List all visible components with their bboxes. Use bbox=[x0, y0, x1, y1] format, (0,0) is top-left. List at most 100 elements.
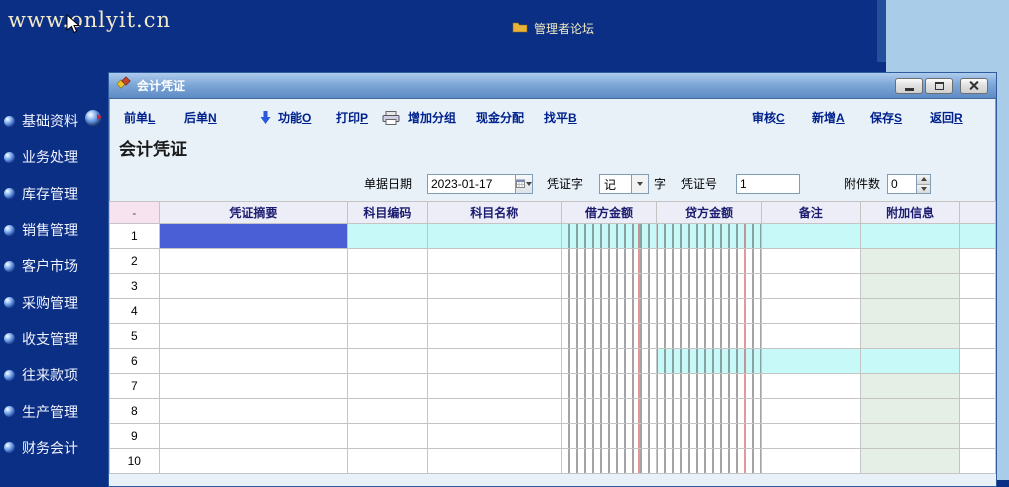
sidebar-item-sales[interactable]: 销售管理 bbox=[0, 212, 108, 248]
grid-cell[interactable] bbox=[348, 249, 428, 274]
grid-cell[interactable] bbox=[761, 224, 860, 249]
sidebar-item-customer-market[interactable]: 客户市场 bbox=[0, 248, 108, 284]
grid-cell[interactable] bbox=[427, 374, 561, 399]
grid-cell[interactable] bbox=[427, 399, 561, 424]
grid-cell[interactable] bbox=[561, 449, 656, 474]
grid-row-number[interactable]: 2 bbox=[110, 249, 160, 274]
sidebar-item-production[interactable]: 生产管理 bbox=[0, 393, 108, 429]
grid-cell[interactable] bbox=[960, 224, 996, 249]
close-button[interactable] bbox=[960, 78, 988, 94]
toolbar-save-button[interactable]: 保存S bbox=[870, 107, 902, 129]
grid-cell[interactable] bbox=[427, 349, 561, 374]
grid-cell[interactable] bbox=[960, 449, 996, 474]
grid-cell[interactable] bbox=[761, 324, 860, 349]
toolbar-back-button[interactable]: 返回R bbox=[930, 107, 963, 129]
grid-cell[interactable] bbox=[657, 374, 761, 399]
grid-cell[interactable] bbox=[960, 274, 996, 299]
toolbar-add-new-button[interactable]: 新增A bbox=[812, 107, 845, 129]
grid-cell[interactable] bbox=[561, 349, 656, 374]
grid-cell[interactable] bbox=[960, 374, 996, 399]
grid-column-header[interactable]: 科目名称 bbox=[427, 202, 561, 224]
grid-cell[interactable] bbox=[561, 249, 656, 274]
toolbar-prev-button[interactable]: 前单L bbox=[124, 107, 155, 129]
grid-row-number[interactable]: 6 bbox=[110, 349, 160, 374]
grid-cell[interactable] bbox=[159, 424, 347, 449]
grid-cell[interactable] bbox=[348, 449, 428, 474]
grid-cell[interactable] bbox=[657, 224, 761, 249]
grid-cell[interactable] bbox=[860, 374, 959, 399]
toolbar-functions-button[interactable]: 功能O bbox=[278, 107, 311, 129]
grid-column-header[interactable]: 贷方金额 bbox=[657, 202, 761, 224]
grid-row-number[interactable]: 10 bbox=[110, 449, 160, 474]
grid-cell[interactable] bbox=[159, 349, 347, 374]
grid-cell[interactable] bbox=[348, 399, 428, 424]
grid-row-number[interactable]: 5 bbox=[110, 324, 160, 349]
grid-cell[interactable] bbox=[159, 299, 347, 324]
window-titlebar[interactable]: 会计凭证 bbox=[109, 73, 996, 99]
grid-cell[interactable] bbox=[860, 324, 959, 349]
printer-icon[interactable] bbox=[382, 111, 400, 130]
grid-cell[interactable] bbox=[860, 274, 959, 299]
grid-cell[interactable] bbox=[657, 424, 761, 449]
grid-cell[interactable] bbox=[159, 249, 347, 274]
grid-cell[interactable] bbox=[657, 324, 761, 349]
toolbar-add-group-button[interactable]: 增加分组 bbox=[408, 107, 456, 129]
voucher-no-field[interactable] bbox=[736, 174, 800, 194]
grid-cell[interactable] bbox=[960, 349, 996, 374]
grid-cell[interactable] bbox=[860, 424, 959, 449]
grid-cell[interactable] bbox=[348, 349, 428, 374]
sidebar-item-inventory[interactable]: 库存管理 bbox=[0, 176, 108, 212]
sidebar-item-financial-accounting[interactable]: 财务会计 bbox=[0, 430, 108, 466]
voucher-no-input[interactable] bbox=[737, 177, 799, 191]
toolbar-print-button[interactable]: 打印P bbox=[336, 107, 368, 129]
toolbar-balance-button[interactable]: 找平B bbox=[544, 107, 577, 129]
sidebar-item-income-expense[interactable]: 收支管理 bbox=[0, 321, 108, 357]
grid-cell[interactable] bbox=[960, 324, 996, 349]
grid-cell[interactable] bbox=[860, 399, 959, 424]
grid-cell[interactable] bbox=[860, 449, 959, 474]
grid-cell[interactable] bbox=[427, 224, 561, 249]
grid-cell[interactable] bbox=[761, 374, 860, 399]
attachments-input[interactable] bbox=[888, 177, 916, 191]
grid-cell[interactable] bbox=[348, 274, 428, 299]
grid-cell[interactable] bbox=[761, 449, 860, 474]
grid-row-number[interactable]: 8 bbox=[110, 399, 160, 424]
toolbar-audit-button[interactable]: 审核C bbox=[752, 107, 785, 129]
grid-cell[interactable] bbox=[427, 324, 561, 349]
grid-cell[interactable] bbox=[348, 374, 428, 399]
grid-cell[interactable] bbox=[657, 449, 761, 474]
grid-row-number[interactable]: 9 bbox=[110, 424, 160, 449]
grid-cell[interactable] bbox=[561, 324, 656, 349]
grid-cell[interactable] bbox=[860, 249, 959, 274]
grid-corner-header[interactable]: - bbox=[110, 202, 160, 224]
grid-cell[interactable] bbox=[960, 424, 996, 449]
grid-cell[interactable] bbox=[348, 424, 428, 449]
grid-cell[interactable] bbox=[561, 274, 656, 299]
grid-cell[interactable] bbox=[761, 399, 860, 424]
attachments-spinner[interactable] bbox=[887, 174, 931, 194]
grid-cell[interactable] bbox=[561, 424, 656, 449]
grid-column-header[interactable]: 附加信息 bbox=[860, 202, 959, 224]
grid-cell[interactable] bbox=[960, 299, 996, 324]
spinner-up-button[interactable] bbox=[917, 175, 930, 185]
grid-row-number[interactable]: 7 bbox=[110, 374, 160, 399]
grid-cell[interactable] bbox=[427, 424, 561, 449]
grid-cell[interactable] bbox=[860, 224, 959, 249]
combo-dropdown-button[interactable] bbox=[631, 175, 648, 193]
grid-cell[interactable] bbox=[761, 424, 860, 449]
grid-cell[interactable] bbox=[348, 299, 428, 324]
toolbar-next-button[interactable]: 后单N bbox=[184, 107, 217, 129]
grid-cell[interactable] bbox=[159, 449, 347, 474]
grid-cell[interactable] bbox=[657, 299, 761, 324]
grid-column-header[interactable] bbox=[960, 202, 996, 224]
grid-cell[interactable] bbox=[860, 299, 959, 324]
grid-column-header[interactable]: 科目编码 bbox=[348, 202, 428, 224]
date-field[interactable] bbox=[427, 174, 533, 194]
grid-row-number[interactable]: 3 bbox=[110, 274, 160, 299]
grid-cell[interactable] bbox=[159, 399, 347, 424]
background-scrollbar-strip[interactable] bbox=[877, 0, 886, 62]
date-input[interactable] bbox=[428, 177, 515, 191]
grid-cell[interactable] bbox=[427, 274, 561, 299]
sidebar-item-business[interactable]: 业务处理 bbox=[0, 139, 108, 175]
grid-cell[interactable] bbox=[561, 374, 656, 399]
